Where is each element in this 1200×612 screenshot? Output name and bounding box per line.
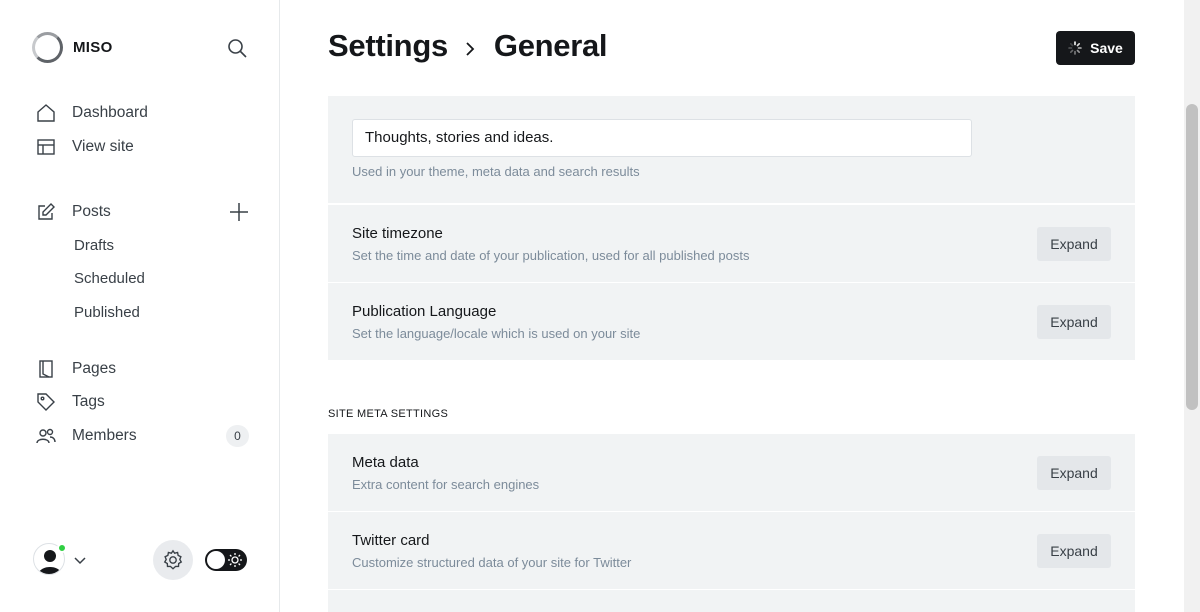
nav-published[interactable]: Published bbox=[74, 304, 140, 321]
setting-title: Meta data bbox=[352, 454, 419, 471]
nav-scheduled[interactable]: Scheduled bbox=[74, 270, 145, 287]
page-icon bbox=[36, 359, 56, 379]
setting-description: Set the time and date of your publicatio… bbox=[352, 248, 750, 263]
setting-description: Set the language/locale which is used on… bbox=[352, 326, 641, 341]
tag-icon bbox=[36, 392, 56, 412]
nav-dashboard-label: Dashboard bbox=[72, 104, 148, 121]
brand[interactable]: MISO bbox=[32, 32, 113, 63]
scrollbar-thumb[interactable] bbox=[1186, 104, 1198, 410]
nav-members[interactable]: Members bbox=[36, 424, 137, 448]
setting-row-next bbox=[328, 590, 1135, 612]
search-icon[interactable] bbox=[226, 37, 248, 59]
expand-meta-data-button[interactable]: Expand bbox=[1037, 456, 1111, 490]
home-icon bbox=[36, 103, 56, 123]
nav-pages[interactable]: Pages bbox=[36, 357, 116, 381]
sun-icon bbox=[228, 553, 242, 567]
settings-button[interactable] bbox=[153, 540, 193, 580]
description-hint: Used in your theme, meta data and search… bbox=[352, 164, 640, 179]
members-icon bbox=[36, 426, 56, 446]
nav-view-site[interactable]: View site bbox=[36, 135, 134, 159]
add-post-icon[interactable] bbox=[228, 201, 250, 223]
setting-title: Publication Language bbox=[352, 303, 497, 320]
nav-drafts[interactable]: Drafts bbox=[74, 237, 114, 254]
spinner-icon bbox=[1068, 41, 1082, 55]
save-button[interactable]: Save bbox=[1056, 31, 1135, 65]
setting-row-timezone: Site timezone Set the time and date of y… bbox=[328, 205, 1135, 282]
nav-pages-label: Pages bbox=[72, 360, 116, 377]
description-panel: Thoughts, stories and ideas. Used in you… bbox=[328, 96, 1135, 203]
layout-icon bbox=[36, 137, 56, 157]
setting-row-twitter-card: Twitter card Customize structured data o… bbox=[328, 512, 1135, 589]
setting-description: Extra content for search engines bbox=[352, 477, 540, 492]
user-menu[interactable] bbox=[33, 543, 67, 577]
members-count-badge: 0 bbox=[226, 425, 249, 447]
nav-tags[interactable]: Tags bbox=[36, 390, 105, 414]
online-status-dot bbox=[57, 543, 67, 553]
setting-title: Twitter card bbox=[352, 532, 430, 549]
chevron-down-icon[interactable] bbox=[73, 553, 87, 567]
main-content: Settings General Save Thoughts, stories … bbox=[280, 0, 1184, 612]
save-label: Save bbox=[1090, 40, 1123, 56]
expand-language-button[interactable]: Expand bbox=[1037, 305, 1111, 339]
site-name: MISO bbox=[73, 39, 113, 56]
scrollbar[interactable] bbox=[1184, 0, 1200, 612]
expand-timezone-button[interactable]: Expand bbox=[1037, 227, 1111, 261]
nav-posts-label: Posts bbox=[72, 203, 111, 220]
description-input[interactable]: Thoughts, stories and ideas. bbox=[352, 119, 972, 157]
nav-posts[interactable]: Posts bbox=[36, 200, 111, 224]
edit-icon bbox=[36, 202, 56, 222]
theme-toggle[interactable] bbox=[205, 549, 247, 571]
nav-members-label: Members bbox=[72, 427, 137, 444]
breadcrumb-general: General bbox=[493, 28, 608, 63]
sidebar: MISO Dashboard View site Posts Drafts Sc… bbox=[0, 0, 280, 612]
setting-title: Site timezone bbox=[352, 225, 443, 242]
nav-tags-label: Tags bbox=[72, 393, 105, 410]
chevron-right-icon bbox=[466, 42, 475, 56]
page-title: Settings General bbox=[328, 28, 608, 64]
toggle-knob bbox=[207, 551, 225, 569]
setting-row-language: Publication Language Set the language/lo… bbox=[328, 283, 1135, 360]
section-label-meta: SITE META SETTINGS bbox=[328, 408, 449, 420]
setting-row-meta-data: Meta data Extra content for search engin… bbox=[328, 434, 1135, 511]
setting-description: Customize structured data of your site f… bbox=[352, 555, 632, 570]
expand-twitter-card-button[interactable]: Expand bbox=[1037, 534, 1111, 568]
site-logo-icon bbox=[32, 32, 63, 63]
nav-view-site-label: View site bbox=[72, 138, 134, 155]
nav-dashboard[interactable]: Dashboard bbox=[36, 101, 148, 125]
gear-icon bbox=[163, 549, 183, 570]
breadcrumb-settings[interactable]: Settings bbox=[328, 28, 448, 64]
